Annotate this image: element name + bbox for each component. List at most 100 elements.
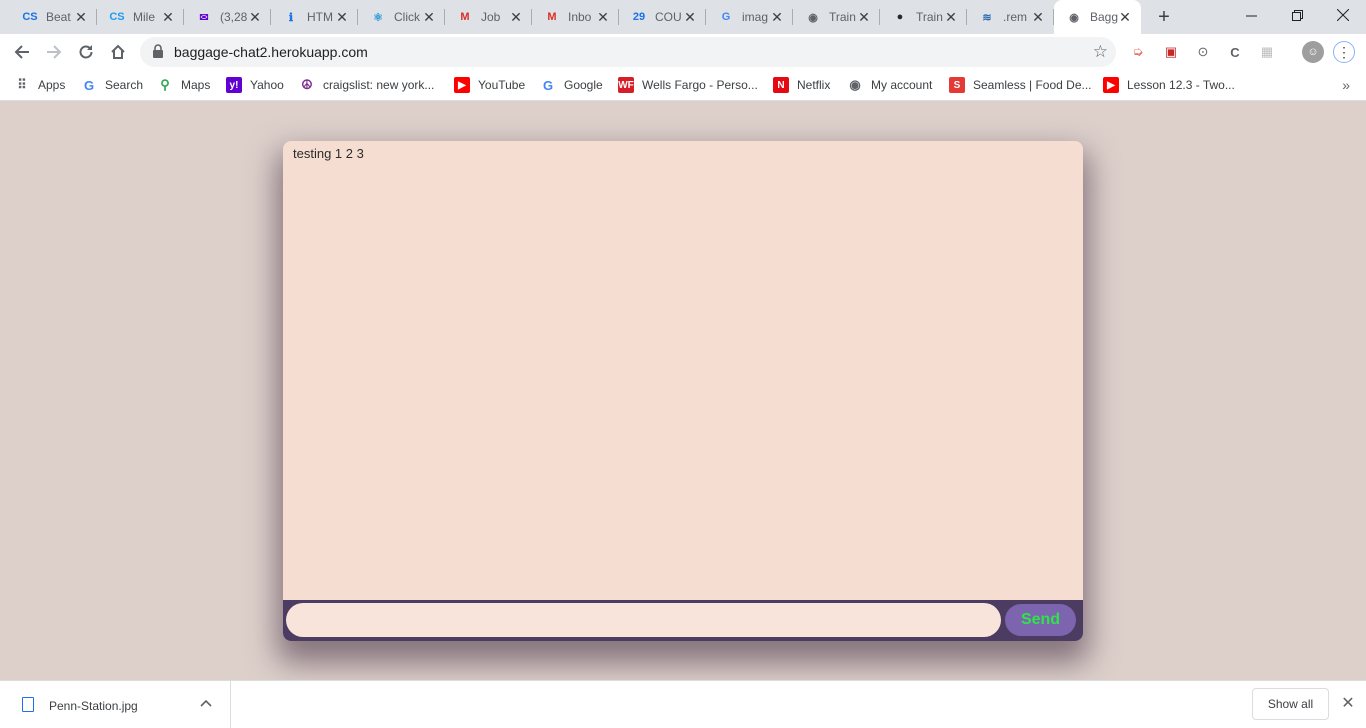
chevron-up-icon[interactable] (199, 696, 213, 710)
browser-tab[interactable]: ℹ HTM ✕ (271, 0, 358, 34)
home-icon (111, 44, 125, 59)
tab-title: imag (742, 10, 769, 24)
tab-title: Bagg (1090, 10, 1118, 24)
browser-tab[interactable]: ● Train ✕ (880, 0, 967, 34)
close-downloads-icon[interactable]: ✕ (1338, 694, 1358, 714)
close-tab-icon[interactable]: ✕ (682, 9, 698, 25)
close-tab-icon[interactable]: ✕ (508, 9, 524, 25)
extension-brackets-icon[interactable]: ⊙ (1193, 42, 1213, 62)
bookmark-item[interactable]: S Seamless | Food De... (949, 76, 1092, 94)
bookmark-item[interactable]: WF Wells Fargo - Perso... (618, 76, 758, 94)
globe-icon: ◉ (1069, 11, 1079, 24)
pocket-extension-icon[interactable]: ▣ (1161, 42, 1181, 62)
bookmark-item[interactable]: N Netflix (773, 76, 830, 94)
bookmark-item[interactable]: y! Yahoo (226, 76, 284, 94)
close-tab-icon[interactable]: ✕ (769, 9, 785, 25)
bookmark-item[interactable]: G Google (540, 76, 603, 94)
browser-tab[interactable]: M Job ✕ (445, 0, 532, 34)
bookmark-item[interactable]: ▶ YouTube (454, 76, 525, 94)
close-window-button[interactable] (1320, 0, 1366, 30)
browser-toolbar: baggage-chat2.herokuapp.com ☆ ➭ ▣ ⊙ C ▦ … (0, 34, 1366, 70)
bookmark-star-icon[interactable]: ☆ (1093, 42, 1108, 62)
apps-grid-icon: ⠿ (17, 77, 27, 92)
browser-tab[interactable]: Gimag ✕ (706, 0, 793, 34)
bookmark-label: Maps (181, 78, 211, 92)
send-button[interactable]: Send (1005, 604, 1076, 636)
bookmark-label: Seamless | Food De... (973, 78, 1092, 92)
bookmark-label: YouTube (478, 78, 526, 92)
chat-window: testing 1 2 3 Send (283, 141, 1083, 641)
browser-tab[interactable]: ≋ .rem ✕ (967, 0, 1054, 34)
more-bookmarks-icon[interactable]: » (1342, 77, 1350, 93)
reload-button[interactable] (72, 38, 100, 66)
close-tab-icon[interactable]: ✕ (1030, 9, 1046, 25)
bookmark-label: Wells Fargo - Perso... (642, 78, 758, 92)
cs-logo-icon: CS (109, 11, 125, 23)
address-bar[interactable]: baggage-chat2.herokuapp.com ☆ (140, 37, 1116, 67)
extension-arrow-icon[interactable]: ➭ (1128, 42, 1148, 62)
browser-tab[interactable]: 29 COU ✕ (619, 0, 706, 34)
cs-logo-icon: CS (22, 11, 38, 23)
tab-title: HTM (307, 10, 333, 24)
bookmark-label: Yahoo (250, 78, 284, 92)
tab-title: Job (481, 10, 501, 24)
extension-c-icon[interactable]: C (1225, 42, 1245, 62)
close-tab-icon[interactable]: ✕ (334, 9, 350, 25)
home-button[interactable] (104, 38, 132, 66)
back-button[interactable] (8, 38, 36, 66)
youtube-icon: ▶ (454, 77, 470, 93)
browser-tab[interactable]: ◉ Train ✕ (793, 0, 880, 34)
menu-icon[interactable]: ⋮ (1333, 41, 1355, 63)
browser-tab[interactable]: ✉ (3,28 ✕ (184, 0, 271, 34)
react-icon: ⚛ (373, 11, 383, 24)
browser-tab[interactable]: ⚛ Click ✕ (358, 0, 445, 34)
new-tab-button[interactable]: + (1153, 6, 1175, 28)
gmail-icon: M (460, 11, 470, 23)
close-tab-icon[interactable]: ✕ (856, 9, 872, 25)
close-tab-icon[interactable]: ✕ (943, 9, 959, 25)
bookmark-item[interactable]: G Search (81, 76, 143, 94)
tab-title: Train (916, 10, 943, 24)
bookmark-label: craigslist: new york... (323, 78, 435, 92)
bookmark-item[interactable]: ◉ My account (847, 76, 932, 94)
message-list: testing 1 2 3 (283, 141, 1083, 600)
wells-fargo-icon: WF (618, 77, 634, 93)
close-tab-icon[interactable]: ✕ (247, 9, 263, 25)
close-tab-icon[interactable]: ✕ (421, 9, 437, 25)
bookmarks-bar: ⠿ Apps G Search ⚲ Maps y! Yahoo ☮ craigslist: new… (0, 70, 1366, 101)
bookmark-item[interactable]: ⚲ Maps (157, 76, 210, 94)
tab-strip: CS Beat ✕ CS Mile ✕ ✉ (3,28 ✕ ℹ HTM ✕ ⚛ Click ✕ M Job ✕ M I… (0, 0, 1366, 34)
close-tab-icon[interactable]: ✕ (595, 9, 611, 25)
image-file-icon (22, 697, 34, 712)
tab-title: Beat (46, 10, 71, 24)
minimize-button[interactable] (1228, 0, 1274, 30)
globe-icon: ◉ (849, 77, 861, 92)
close-tab-icon[interactable]: ✕ (160, 9, 176, 25)
bookmark-item[interactable]: ☮ craigslist: new york... (299, 76, 434, 94)
github-icon: ● (896, 11, 904, 23)
tab-title: Train (829, 10, 856, 24)
close-tab-icon[interactable]: ✕ (1117, 9, 1133, 25)
browser-tab[interactable]: M Inbo ✕ (532, 0, 619, 34)
restore-icon (1291, 9, 1303, 21)
show-all-button[interactable]: Show all (1252, 688, 1329, 720)
profile-avatar[interactable]: ☺ (1302, 41, 1324, 63)
browser-tab[interactable]: CS Beat ✕ (10, 0, 97, 34)
restore-button[interactable] (1274, 0, 1320, 30)
extension-grid-icon[interactable]: ▦ (1257, 42, 1277, 62)
forward-button[interactable] (40, 38, 68, 66)
bookmark-item[interactable]: ▶ Lesson 12.3 - Two... (1103, 76, 1235, 94)
peace-icon: ☮ (301, 77, 313, 92)
youtube-icon: ▶ (1103, 77, 1119, 93)
browser-tab[interactable]: CS Mile ✕ (97, 0, 184, 34)
bookmark-item[interactable]: ⠿ Apps (14, 76, 65, 94)
message-input[interactable] (286, 603, 1001, 637)
close-tab-icon[interactable]: ✕ (73, 9, 89, 25)
maps-pin-icon: ⚲ (160, 77, 170, 92)
reload-icon (79, 45, 93, 59)
browser-tab[interactable]: ◉ Bagg ✕ (1054, 0, 1141, 34)
downloads-bar: Penn-Station.jpg Show all ✕ (0, 680, 1366, 728)
download-item[interactable]: Penn-Station.jpg (0, 681, 231, 728)
bookmark-label: My account (871, 78, 933, 92)
tab-title: Inbo (568, 10, 592, 24)
